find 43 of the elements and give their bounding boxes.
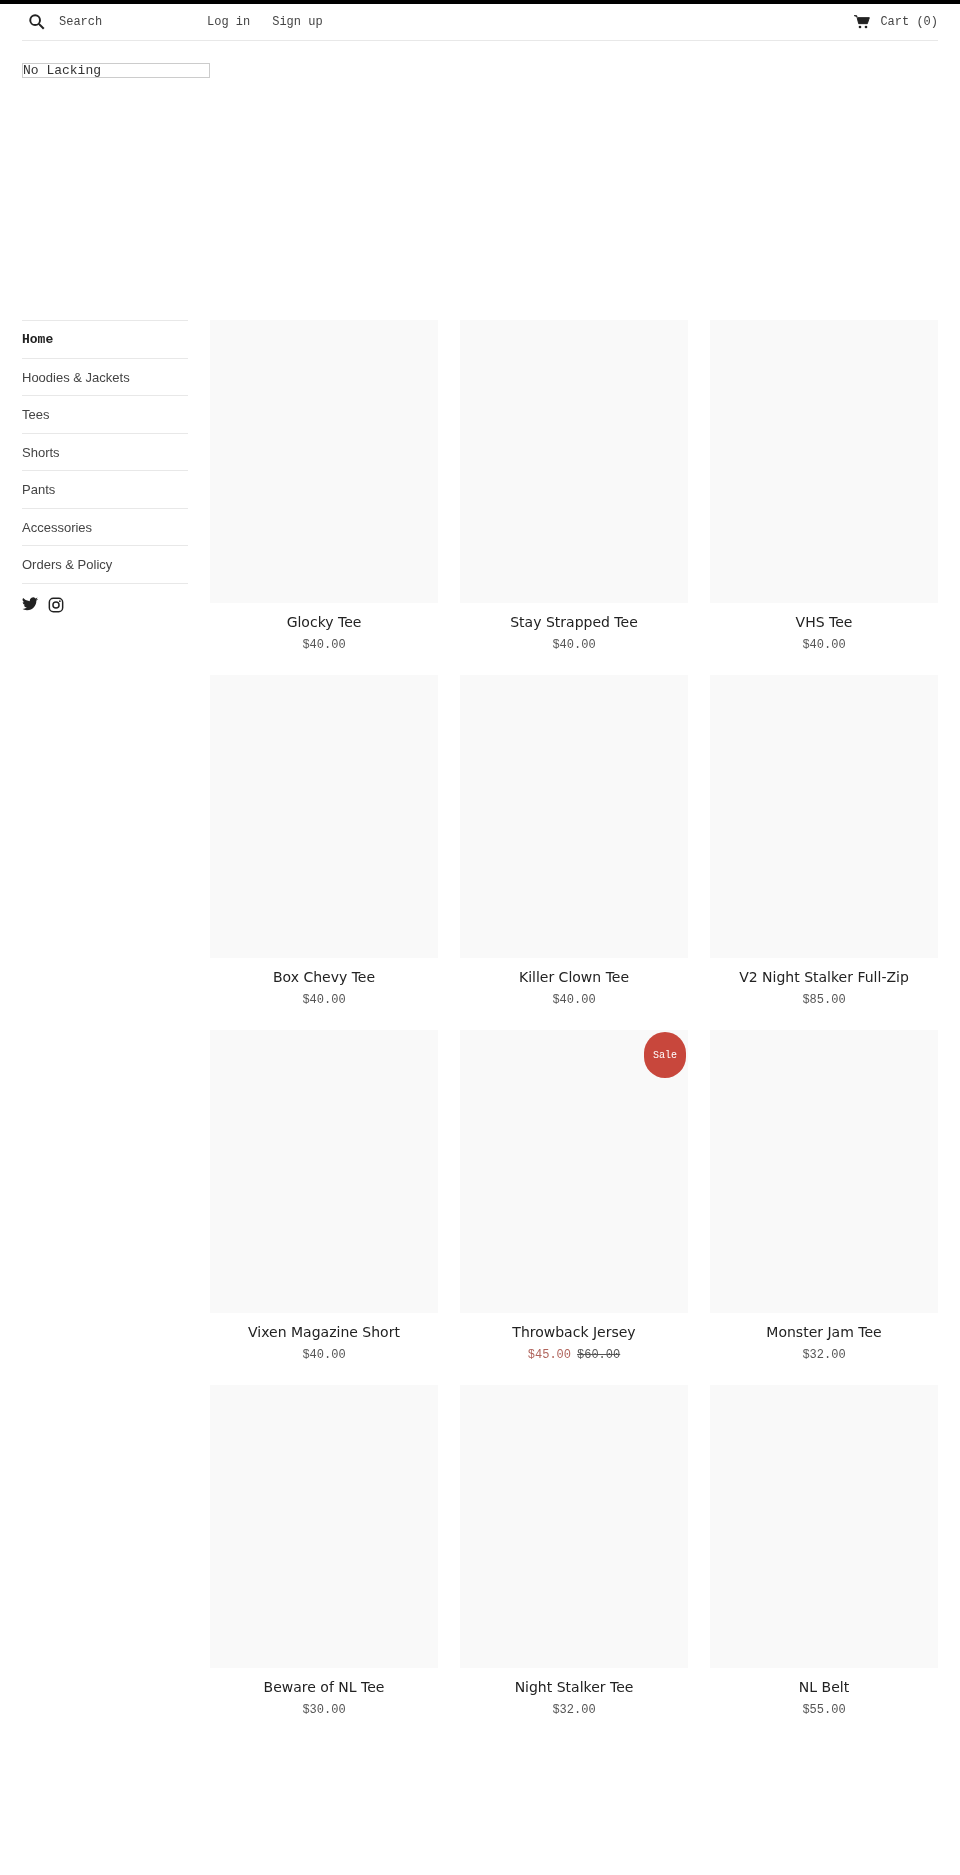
product-title[interactable]: Throwback Jersey <box>460 1322 688 1343</box>
sidebar-link[interactable]: Orders & Policy <box>22 546 188 584</box>
product-image[interactable]: Sale <box>460 1030 688 1313</box>
product-price: $45.00 <box>527 1347 571 1364</box>
product-price: $40.00 <box>552 992 596 1009</box>
product-title[interactable]: Night Stalker Tee <box>460 1677 688 1698</box>
sidebar-link[interactable]: Home <box>22 321 188 359</box>
sidebar-link[interactable]: Shorts <box>22 433 188 471</box>
search-icon[interactable] <box>28 13 46 31</box>
camera-outline-icon[interactable] <box>48 596 64 613</box>
product-title[interactable]: V2 Night Stalker Full-Zip <box>710 967 938 988</box>
sidebar-link[interactable]: Hoodies & Jackets <box>22 358 188 396</box>
bird-icon[interactable] <box>22 596 38 611</box>
product-price: $40.00 <box>802 637 846 654</box>
product-title[interactable]: Stay Strapped Tee <box>460 612 688 633</box>
product-price: $40.00 <box>552 637 596 654</box>
cart-icon[interactable] <box>854 15 871 29</box>
cart-link[interactable]: Cart (0) <box>880 13 938 31</box>
product-price: $85.00 <box>802 992 846 1009</box>
product-title[interactable]: Box Chevy Tee <box>210 967 438 988</box>
product-price: $55.00 <box>802 1702 846 1719</box>
product-price: $32.00 <box>552 1702 596 1719</box>
search-field[interactable]: Search <box>59 13 199 31</box>
header-link[interactable]: Log in <box>207 13 251 31</box>
logo-alt-text[interactable]: No Lacking <box>22 63 210 78</box>
product-title[interactable]: VHS Tee <box>710 612 938 633</box>
product-title[interactable]: Glocky Tee <box>210 612 438 633</box>
product-price: $40.00 <box>302 1347 346 1364</box>
sale-badge: Sale <box>644 1032 686 1078</box>
sidebar-link[interactable]: Pants <box>22 471 188 509</box>
product-price: $40.00 <box>302 992 346 1009</box>
product-title[interactable]: NL Belt <box>710 1677 938 1698</box>
sidebar-link[interactable]: Tees <box>22 396 188 434</box>
original-price: $60.00 <box>577 1347 621 1364</box>
sidebar-link[interactable]: Accessories <box>22 508 188 546</box>
header-link[interactable]: Sign up <box>272 13 323 31</box>
product-title[interactable]: Killer Clown Tee <box>460 967 688 988</box>
product-title[interactable]: Monster Jam Tee <box>710 1322 938 1343</box>
product-price: $32.00 <box>802 1347 846 1364</box>
product-price: $30.00 <box>302 1702 346 1719</box>
product-title[interactable]: Beware of NL Tee <box>210 1677 438 1698</box>
product-price: $40.00 <box>302 637 346 654</box>
product-title[interactable]: Vixen Magazine Short <box>210 1322 438 1343</box>
